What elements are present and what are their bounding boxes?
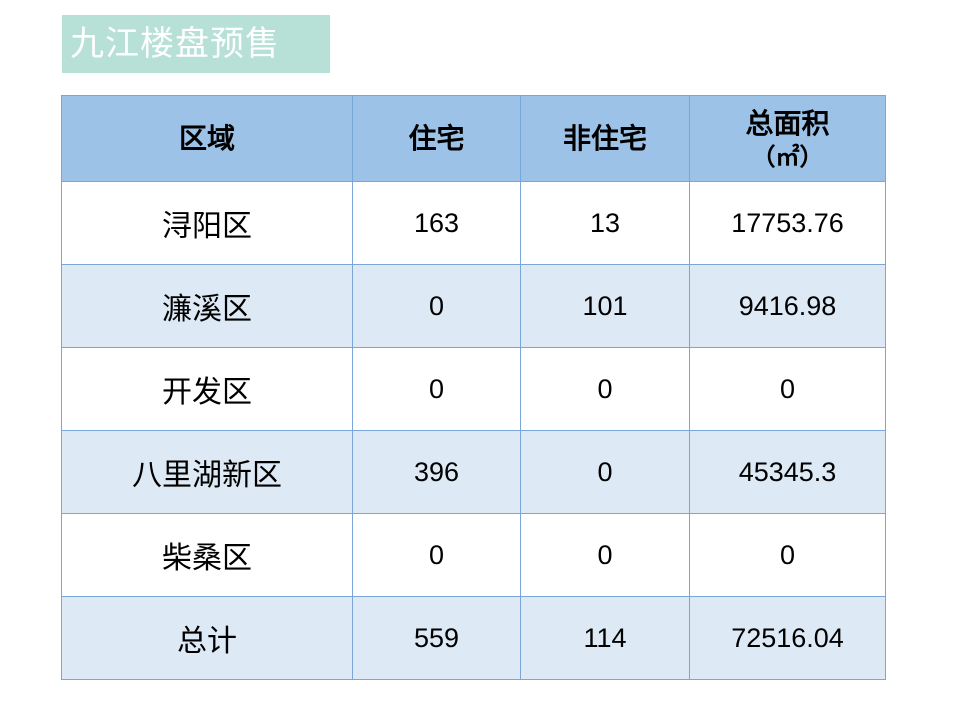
cell-total-area: 72516.04 [689, 596, 886, 680]
cell-non-residential: 0 [520, 347, 690, 431]
header-total-area: 总面积 （㎡） [689, 95, 886, 182]
header-residential: 住宅 [352, 95, 521, 182]
cell-total-area: 17753.76 [689, 181, 886, 265]
cell-region: 濂溪区 [61, 264, 353, 348]
cell-region: 八里湖新区 [61, 430, 353, 514]
cell-residential: 0 [352, 264, 521, 348]
cell-non-residential: 0 [520, 513, 690, 597]
header-total-area-label: 总面积 [745, 106, 830, 140]
header-non-residential: 非住宅 [520, 95, 690, 182]
cell-non-residential: 114 [520, 596, 690, 680]
cell-non-residential: 0 [520, 430, 690, 514]
table-row: 浔阳区 163 13 17753.76 [61, 181, 886, 265]
cell-total-area: 0 [689, 513, 886, 597]
header-total-area-unit: （㎡） [751, 142, 824, 171]
cell-region: 总计 [61, 596, 353, 680]
header-region: 区域 [61, 95, 353, 182]
cell-total-area: 9416.98 [689, 264, 886, 348]
cell-residential: 396 [352, 430, 521, 514]
cell-region: 浔阳区 [61, 181, 353, 265]
cell-total-area: 0 [689, 347, 886, 431]
table-row: 开发区 0 0 0 [61, 347, 886, 431]
table-row: 柴桑区 0 0 0 [61, 513, 886, 597]
cell-residential: 163 [352, 181, 521, 265]
table-header-row: 区域 住宅 非住宅 总面积 （㎡） [61, 95, 886, 182]
cell-region: 开发区 [61, 347, 353, 431]
title-banner: 九江楼盘预售 [62, 15, 330, 73]
cell-non-residential: 101 [520, 264, 690, 348]
cell-residential: 559 [352, 596, 521, 680]
table-row: 濂溪区 0 101 9416.98 [61, 264, 886, 348]
cell-region: 柴桑区 [61, 513, 353, 597]
presale-table: 区域 住宅 非住宅 总面积 （㎡） 浔阳区 163 13 17753.76 濂溪… [61, 95, 886, 680]
cell-residential: 0 [352, 513, 521, 597]
table-row-total: 总计 559 114 72516.04 [61, 596, 886, 680]
cell-total-area: 45345.3 [689, 430, 886, 514]
table-row: 八里湖新区 396 0 45345.3 [61, 430, 886, 514]
cell-residential: 0 [352, 347, 521, 431]
cell-non-residential: 13 [520, 181, 690, 265]
page-title: 九江楼盘预售 [70, 24, 280, 64]
